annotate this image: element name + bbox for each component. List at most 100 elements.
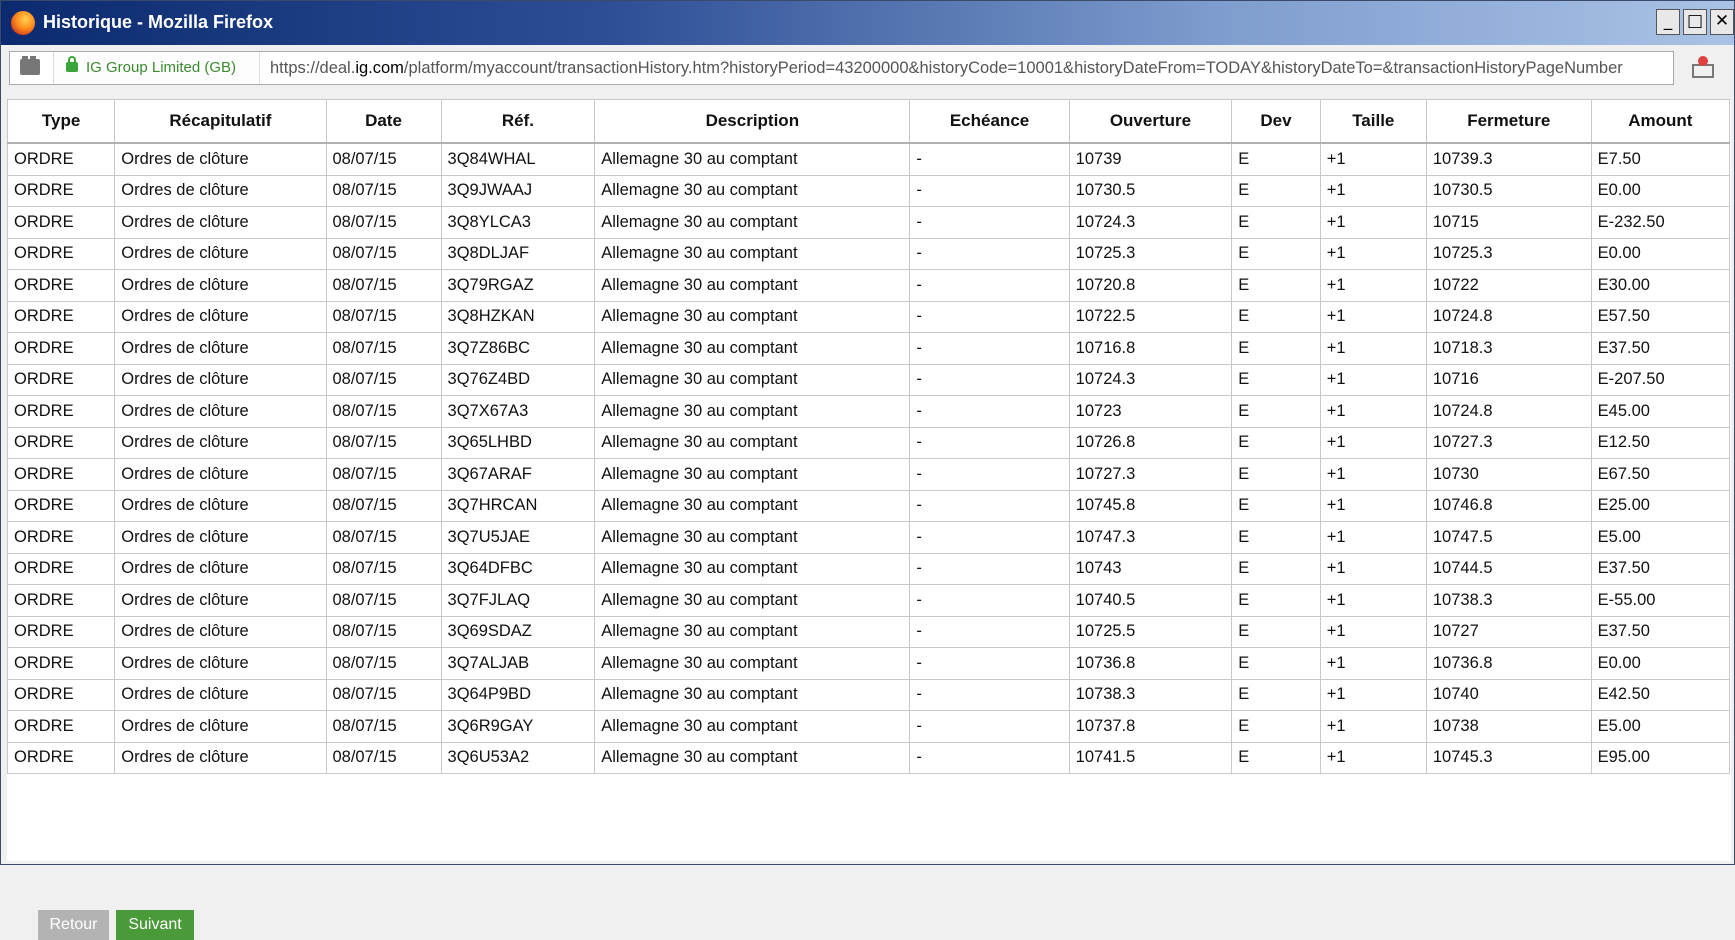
cell-currency: E: [1231, 678, 1321, 711]
url-domain: ig.com: [355, 59, 404, 77]
cell-date: 08/07/15: [325, 678, 442, 711]
cell-close: 10740: [1425, 678, 1592, 711]
table-row: ORDRE Ordres de clôture 08/07/15 3Q8DLJAF Al…: [6, 237, 1731, 270]
cell-currency: E: [1231, 584, 1321, 617]
table-row: ORDRE Ordres de clôture 08/07/15 3Q79RGAZ Al…: [6, 269, 1731, 302]
cell-currency: E: [1231, 426, 1321, 459]
cell-description: Allemagne 30 au comptant: [594, 237, 911, 270]
cell-summary: Ordres de clôture: [114, 647, 327, 680]
table-header-row: Type Récapitulatif Date Réf. Description Eché…: [6, 99, 1731, 144]
back-button[interactable]: Retour: [38, 910, 109, 940]
cell-close: 10715: [1425, 206, 1592, 239]
cell-size: +1: [1319, 647, 1427, 680]
cell-currency: E: [1231, 615, 1321, 648]
cell-summary: Ordres de clôture: [114, 332, 327, 365]
cell-open: 10730.5: [1068, 174, 1233, 207]
cell-size: +1: [1319, 142, 1427, 176]
cell-open: 10745.8: [1068, 489, 1233, 522]
cell-expiry: -: [909, 521, 1070, 554]
cell-size: +1: [1319, 489, 1427, 522]
address-bar[interactable]: IG Group Limited (GB) https://deal.ig.co…: [9, 51, 1674, 85]
firefox-logo-icon: [11, 11, 35, 35]
table-row: ORDRE Ordres de clôture 08/07/15 3Q7ALJAB Al…: [6, 647, 1731, 680]
cell-description: Allemagne 30 au comptant: [594, 458, 911, 491]
cell-date: 08/07/15: [325, 710, 442, 743]
title-bar[interactable]: Historique - Mozilla Firefox _ □ ✕: [1, 1, 1734, 45]
browser-window: Historique - Mozilla Firefox _ □ ✕ IG Gr…: [0, 0, 1735, 940]
table-row: ORDRE Ordres de clôture 08/07/15 3Q64P9BD Al…: [6, 678, 1731, 711]
cell-close: 10745.3: [1425, 741, 1592, 774]
minimize-button[interactable]: _: [1656, 9, 1680, 35]
cell-open: 10740.5: [1068, 584, 1233, 617]
cell-amount: E7.50: [1590, 142, 1731, 176]
column-header-date: Date: [325, 99, 442, 144]
cell-type: ORDRE: [6, 142, 116, 176]
maximize-button[interactable]: □: [1683, 9, 1707, 35]
cell-date: 08/07/15: [325, 552, 442, 585]
cell-ref: 3Q65LHBD: [440, 426, 596, 459]
cell-size: +1: [1319, 426, 1427, 459]
cell-amount: E25.00: [1590, 489, 1731, 522]
cell-date: 08/07/15: [325, 615, 442, 648]
cell-size: +1: [1319, 678, 1427, 711]
cell-description: Allemagne 30 au comptant: [594, 741, 911, 774]
table-row: ORDRE Ordres de clôture 08/07/15 3Q76Z4BD Al…: [6, 363, 1731, 396]
cell-date: 08/07/15: [325, 395, 442, 428]
cell-amount: E-55.00: [1590, 584, 1731, 617]
cell-size: +1: [1319, 395, 1427, 428]
cell-currency: E: [1231, 174, 1321, 207]
cell-expiry: -: [909, 269, 1070, 302]
cell-currency: E: [1231, 552, 1321, 585]
cell-description: Allemagne 30 au comptant: [594, 363, 911, 396]
notification-icon[interactable]: [1691, 56, 1717, 80]
cell-description: Allemagne 30 au comptant: [594, 206, 911, 239]
cell-ref: 3Q84WHAL: [440, 142, 596, 176]
cell-close: 10744.5: [1425, 552, 1592, 585]
cell-expiry: -: [909, 710, 1070, 743]
cell-type: ORDRE: [6, 237, 116, 270]
cell-date: 08/07/15: [325, 142, 442, 176]
table-row: ORDRE Ordres de clôture 08/07/15 3Q7X67A3 Al…: [6, 395, 1731, 428]
cell-close: 10727: [1425, 615, 1592, 648]
cell-amount: E37.50: [1590, 552, 1731, 585]
cell-open: 10725.3: [1068, 237, 1233, 270]
cell-type: ORDRE: [6, 458, 116, 491]
cell-amount: E5.00: [1590, 521, 1731, 554]
cell-currency: E: [1231, 237, 1321, 270]
next-button[interactable]: Suivant: [116, 910, 194, 940]
cell-amount: E-232.50: [1590, 206, 1731, 239]
close-button[interactable]: ✕: [1710, 9, 1734, 35]
cell-expiry: -: [909, 395, 1070, 428]
cell-close: 10727.3: [1425, 426, 1592, 459]
url-text[interactable]: https://deal.ig.com/platform/myaccount/t…: [270, 59, 1665, 78]
cell-summary: Ordres de clôture: [114, 269, 327, 302]
cell-summary: Ordres de clôture: [114, 237, 327, 270]
cell-currency: E: [1231, 395, 1321, 428]
cell-close: 10730: [1425, 458, 1592, 491]
cell-description: Allemagne 30 au comptant: [594, 300, 911, 333]
tab-groups-icon[interactable]: [20, 56, 40, 75]
cell-open: 10726.8: [1068, 426, 1233, 459]
table-row: ORDRE Ordres de clôture 08/07/15 3Q84WHAL Al…: [6, 142, 1731, 176]
cell-date: 08/07/15: [325, 332, 442, 365]
cell-amount: E5.00: [1590, 710, 1731, 743]
cell-open: 10724.3: [1068, 206, 1233, 239]
cell-expiry: -: [909, 174, 1070, 207]
cell-summary: Ordres de clôture: [114, 142, 327, 176]
cell-amount: E45.00: [1590, 395, 1731, 428]
cell-type: ORDRE: [6, 741, 116, 774]
cell-open: 10716.8: [1068, 332, 1233, 365]
cell-amount: E12.50: [1590, 426, 1731, 459]
cell-expiry: -: [909, 584, 1070, 617]
cell-type: ORDRE: [6, 395, 116, 428]
window-title: Historique - Mozilla Firefox: [43, 12, 274, 32]
cell-ref: 3Q64P9BD: [440, 678, 596, 711]
cell-summary: Ordres de clôture: [114, 615, 327, 648]
column-header-amount: Amount: [1590, 99, 1731, 144]
cell-description: Allemagne 30 au comptant: [594, 489, 911, 522]
cell-size: +1: [1319, 741, 1427, 774]
site-identity-box[interactable]: IG Group Limited (GB): [53, 52, 260, 84]
cell-description: Allemagne 30 au comptant: [594, 395, 911, 428]
cell-ref: 3Q76Z4BD: [440, 363, 596, 396]
cell-open: 10727.3: [1068, 458, 1233, 491]
